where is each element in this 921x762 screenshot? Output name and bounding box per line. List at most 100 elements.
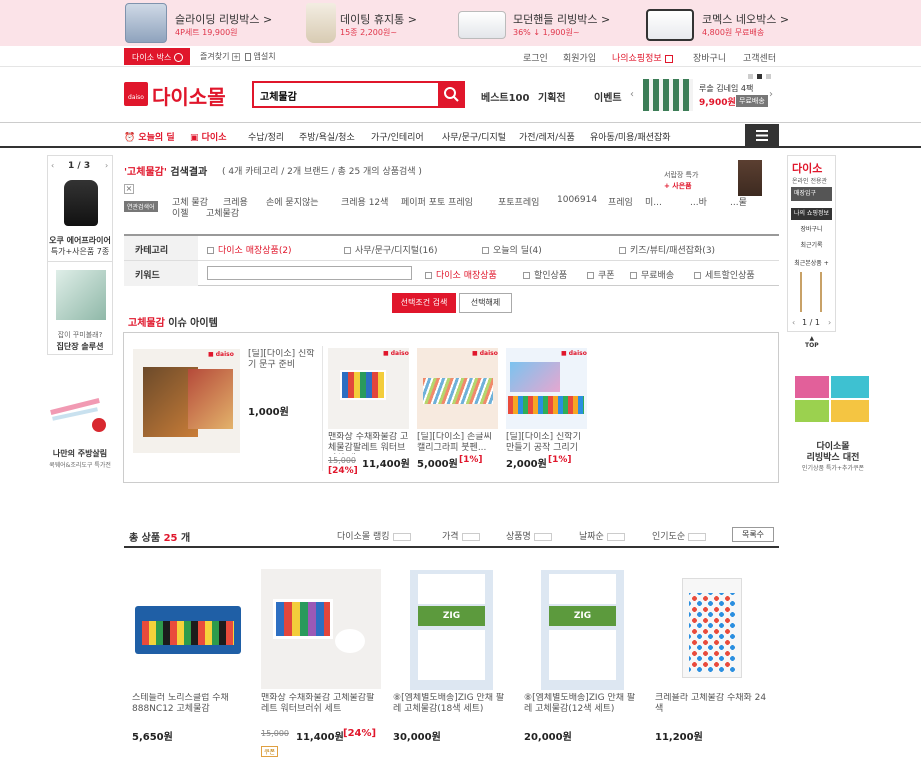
ad-dot[interactable] <box>766 74 771 79</box>
app-install-link[interactable]: 앱설치 <box>245 51 276 62</box>
recent-button[interactable]: 최근기록 <box>791 240 832 249</box>
nav-daiso[interactable]: ▣ 다이소 <box>190 130 227 143</box>
keyword-input[interactable] <box>207 266 412 280</box>
ad-dot[interactable] <box>748 74 753 79</box>
product-name[interactable]: ⑧[엠체별도배송]ZIG 안채 팔레 고체물감(18색 세트) <box>393 693 511 715</box>
related-chip[interactable]: 이젤 <box>172 206 189 219</box>
category-option[interactable]: 사무/문구/디지털(16) <box>344 243 438 256</box>
promo1-title[interactable]: 오쿠 에어프라이어 <box>48 235 112 246</box>
option-check[interactable]: 할인상품 <box>523 268 567 281</box>
right-promo-title2[interactable]: 리빙박스 대전 <box>795 450 871 463</box>
exhibition-link[interactable]: 기획전 <box>538 89 566 104</box>
best100-link[interactable]: 베스트100 <box>481 89 529 104</box>
sort-price[interactable]: 가격 <box>442 529 480 542</box>
my-shopping-button[interactable]: 나의 쇼핑정보 <box>791 208 832 220</box>
filter-reset-button[interactable]: 선택해제 <box>459 293 512 313</box>
issue-item-image[interactable]: ■ daiso <box>506 348 587 429</box>
category-option[interactable]: 키즈/뷰티/패션잡화(3) <box>619 243 715 256</box>
daiso-box-button[interactable]: 다이소 박스 <box>124 48 190 65</box>
ad-dot-active[interactable] <box>757 74 762 79</box>
nav-office[interactable]: 사무/문구/디지털 <box>442 130 506 143</box>
sort-arrow-icon[interactable] <box>392 532 411 541</box>
product-name[interactable]: 맨화상 수채화물감 고체물감팔레트 워터브러쉬 세트 <box>261 693 381 715</box>
sort-name[interactable]: 상품명 <box>506 529 552 542</box>
issue-item-name[interactable]: [딜][다이소] 신학기 만들기 공작 그리기 <box>506 432 587 454</box>
sort-arrow-icon[interactable] <box>533 532 552 541</box>
issue-item-image[interactable]: ■ daiso <box>328 348 409 429</box>
nav-furniture[interactable]: 가구/인테리어 <box>371 130 424 143</box>
login-link[interactable]: 로그인 <box>523 51 548 64</box>
drawer-image[interactable] <box>738 160 762 196</box>
related-chip[interactable]: ...바 <box>690 195 707 208</box>
filter-search-button[interactable]: 선택조건 검색 <box>392 293 456 313</box>
related-chip[interactable]: 크레용 12색 <box>341 195 388 208</box>
logo[interactable]: 다이소몰 <box>152 81 226 110</box>
nav-kitchen[interactable]: 주방/욕실/청소 <box>299 130 355 143</box>
side-ad-text[interactable]: 서랍장 특가 <box>664 170 698 180</box>
sort-ranking[interactable]: 다이소몰 랭킹 <box>337 529 411 542</box>
related-chip[interactable]: 포토프레임 <box>498 195 539 208</box>
product-image[interactable]: ZIG <box>410 570 493 690</box>
support-link[interactable]: 고객센터 <box>743 51 776 64</box>
easel-image[interactable] <box>800 272 822 312</box>
related-chip[interactable]: 1006914 <box>557 195 597 205</box>
search-input[interactable] <box>260 87 430 103</box>
close-icon[interactable]: × <box>124 184 134 194</box>
prev-arrow-icon[interactable]: ‹ <box>630 89 634 100</box>
prev-arrow-icon[interactable]: ‹ <box>51 161 54 170</box>
top-button[interactable]: ▲ TOP <box>805 335 819 349</box>
nav-today-deal[interactable]: ⏰ 오늘의 딜 <box>124 130 175 143</box>
view-count-select[interactable]: 목록수 <box>732 527 774 542</box>
issue-item-name[interactable]: 맨화상 수채화물감 고체물감팔레트 워터브러쉬 세트 <box>328 432 409 454</box>
nav-appliance[interactable]: 가전/레저/식품 <box>519 130 575 143</box>
living-box-image[interactable] <box>795 372 871 424</box>
product-name[interactable]: 스테들러 노리스클럽 수채 888NC12 고체물감 <box>132 693 250 715</box>
issue-item-image[interactable]: ■ daiso <box>417 348 498 429</box>
sort-arrow-icon[interactable] <box>606 532 625 541</box>
related-chip[interactable]: ...물 <box>730 195 747 208</box>
sort-arrow-icon[interactable] <box>461 532 480 541</box>
nav-kids[interactable]: 유아동/미용/패션잡화 <box>590 130 671 143</box>
knife-image[interactable] <box>48 398 112 440</box>
related-chip[interactable]: 페이퍼 포토 프레임 <box>401 195 473 208</box>
air-fryer-image[interactable] <box>64 180 98 226</box>
related-chip[interactable]: 고체물감 <box>206 206 239 219</box>
right-logo[interactable]: 다이소 <box>792 160 822 176</box>
issue-item-name[interactable]: [딜][다이소] 손글씨 캘리그라피 붓펜... <box>417 432 498 454</box>
next-arrow-icon[interactable]: › <box>105 161 108 170</box>
sort-date[interactable]: 날짜순 <box>579 529 625 542</box>
related-chip[interactable]: 손에 묻지않는 <box>266 195 319 208</box>
store-entrance-button[interactable]: 매장입구 <box>791 187 832 201</box>
ad-product-image[interactable] <box>643 79 693 111</box>
join-link[interactable]: 회원가입 <box>563 51 596 64</box>
interior-image[interactable] <box>56 270 106 320</box>
logo-badge[interactable]: daiso <box>124 82 148 106</box>
issue-main-image[interactable]: ■ daiso <box>133 349 240 453</box>
product-image[interactable] <box>132 573 252 683</box>
promo3-title[interactable]: 나만의 주방살림 <box>40 448 120 459</box>
related-chip[interactable]: 미... <box>645 195 662 208</box>
cart-link[interactable]: 장바구니 <box>693 51 726 64</box>
event-link[interactable]: 이벤트 <box>594 89 622 104</box>
option-check[interactable]: 무료배송 <box>630 268 674 281</box>
option-check[interactable]: 쿠폰 <box>587 268 615 281</box>
prev-arrow-icon[interactable]: ‹ <box>792 318 795 327</box>
my-shopping-link[interactable]: 나의쇼핑정보 <box>612 51 673 64</box>
product-name[interactable]: 크레욜라 고체물감 수채화 24색 <box>655 693 773 715</box>
promo2-title[interactable]: 집단장 솔루션 <box>48 341 112 352</box>
related-chip[interactable]: 프레임 <box>608 195 633 208</box>
nav-storage[interactable]: 수납/정리 <box>248 130 284 143</box>
bookmark-link[interactable]: 즐겨찾기 + <box>200 51 240 62</box>
cart-button[interactable]: 장바구니 <box>791 224 832 233</box>
product-image[interactable] <box>682 578 742 678</box>
product-name[interactable]: ⑧[엠체별도배송]ZIG 안채 팔레 고체물감(12색 세트) <box>524 693 642 715</box>
product-image[interactable] <box>261 569 381 689</box>
issue-main-name[interactable]: [딜][다이소] 신학기 문구 준비 <box>248 349 318 375</box>
next-arrow-icon[interactable]: › <box>828 318 831 327</box>
sort-popular[interactable]: 인기도순 <box>652 529 707 542</box>
category-option[interactable]: 다이소 매장상품(2) <box>207 243 292 256</box>
next-arrow-icon[interactable]: › <box>769 89 773 100</box>
option-check[interactable]: 세트할인상품 <box>694 268 755 281</box>
sort-arrow-icon[interactable] <box>688 532 707 541</box>
search-button[interactable] <box>438 81 465 108</box>
